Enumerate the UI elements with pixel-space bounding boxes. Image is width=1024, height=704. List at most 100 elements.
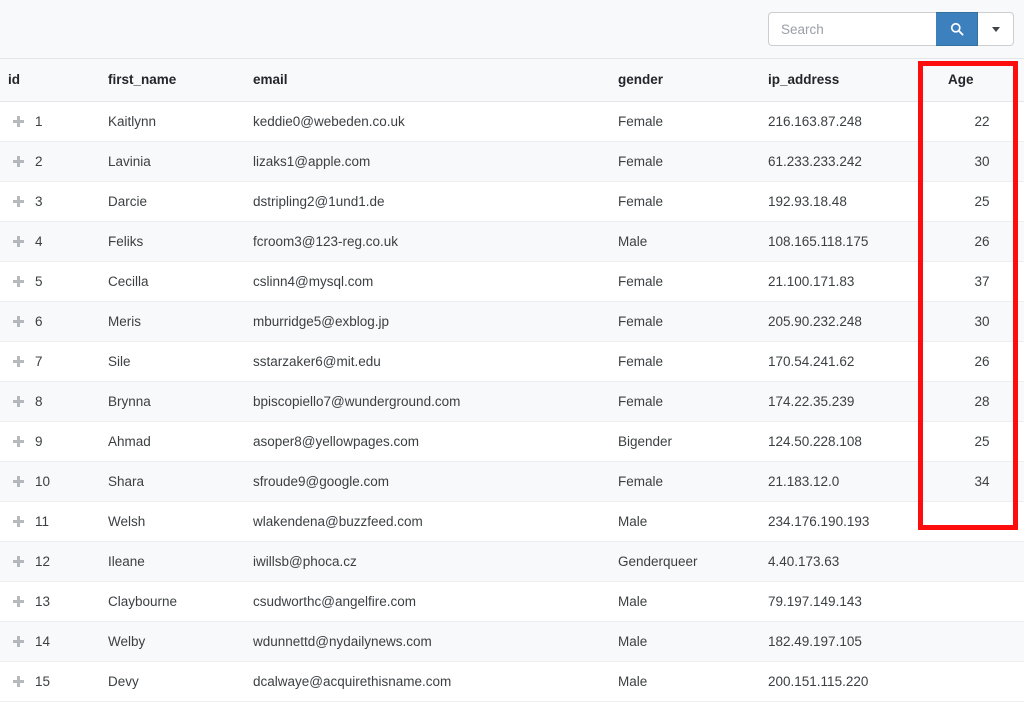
cell-id-value: 12 bbox=[35, 554, 50, 569]
move-plus-icon[interactable] bbox=[13, 236, 24, 247]
cell-gender: Female bbox=[610, 381, 760, 421]
move-plus-icon[interactable] bbox=[13, 396, 24, 407]
table-row[interactable]: 1Kaitlynnkeddie0@webeden.co.ukFemale216.… bbox=[0, 101, 1024, 141]
column-header-id[interactable]: id bbox=[0, 59, 100, 101]
table-toolbar bbox=[0, 0, 1024, 59]
cell-age: 30 bbox=[940, 301, 1024, 341]
cell-age bbox=[940, 501, 1024, 541]
cell-email: cslinn4@mysql.com bbox=[245, 261, 610, 301]
cell-id: 5 bbox=[0, 261, 100, 301]
move-plus-icon[interactable] bbox=[13, 476, 24, 487]
cell-id-value: 14 bbox=[35, 634, 50, 649]
cell-id: 8 bbox=[0, 381, 100, 421]
cell-id-value: 11 bbox=[35, 514, 49, 529]
table-row[interactable]: 3Darciedstripling2@1und1.deFemale192.93.… bbox=[0, 181, 1024, 221]
cell-gender: Male bbox=[610, 221, 760, 261]
move-plus-icon[interactable] bbox=[13, 516, 24, 527]
cell-first-name: Welby bbox=[100, 621, 245, 661]
cell-ip-address: 234.176.190.193 bbox=[760, 501, 940, 541]
move-plus-icon[interactable] bbox=[13, 556, 24, 567]
search-options-button[interactable] bbox=[978, 12, 1014, 46]
cell-email: fcroom3@123-reg.co.uk bbox=[245, 221, 610, 261]
cell-ip-address: 21.100.171.83 bbox=[760, 261, 940, 301]
cell-gender: Female bbox=[610, 341, 760, 381]
column-header-gender[interactable]: gender bbox=[610, 59, 760, 101]
cell-email: sstarzaker6@mit.edu bbox=[245, 341, 610, 381]
cell-id: 3 bbox=[0, 181, 100, 221]
table-row[interactable]: 7Silesstarzaker6@mit.eduFemale170.54.241… bbox=[0, 341, 1024, 381]
cell-gender: Genderqueer bbox=[610, 541, 760, 581]
chevron-down-icon bbox=[992, 27, 1000, 32]
cell-id-value: 15 bbox=[35, 674, 50, 689]
cell-id-value: 7 bbox=[35, 354, 43, 369]
column-header-email[interactable]: email bbox=[245, 59, 610, 101]
cell-gender: Bigender bbox=[610, 421, 760, 461]
cell-gender: Female bbox=[610, 461, 760, 501]
cell-email: dstripling2@1und1.de bbox=[245, 181, 610, 221]
cell-id: 11 bbox=[0, 501, 100, 541]
table-row[interactable]: 8Brynnabpiscopiello7@wunderground.comFem… bbox=[0, 381, 1024, 421]
cell-first-name: Cecilla bbox=[100, 261, 245, 301]
cell-ip-address: 4.40.173.63 bbox=[760, 541, 940, 581]
cell-id-value: 9 bbox=[35, 434, 43, 449]
cell-id-value: 2 bbox=[35, 154, 43, 169]
search-button[interactable] bbox=[936, 12, 978, 46]
table-row[interactable]: 5Cecillacslinn4@mysql.comFemale21.100.17… bbox=[0, 261, 1024, 301]
table-row[interactable]: 4Feliksfcroom3@123-reg.co.ukMale108.165.… bbox=[0, 221, 1024, 261]
table-row[interactable]: 9Ahmadasoper8@yellowpages.comBigender124… bbox=[0, 421, 1024, 461]
table-row[interactable]: 10Sharasfroude9@google.comFemale21.183.1… bbox=[0, 461, 1024, 501]
table-row[interactable]: 11Welshwlakendena@buzzfeed.comMale234.17… bbox=[0, 501, 1024, 541]
move-plus-icon[interactable] bbox=[13, 196, 24, 207]
table-header: id first_name email gender ip_address Ag… bbox=[0, 59, 1024, 101]
cell-first-name: Darcie bbox=[100, 181, 245, 221]
table-row[interactable]: 13Claybournecsudworthc@angelfire.comMale… bbox=[0, 581, 1024, 621]
column-header-age[interactable]: Age bbox=[940, 59, 1024, 101]
move-plus-icon[interactable] bbox=[13, 316, 24, 327]
cell-ip-address: 79.197.149.143 bbox=[760, 581, 940, 621]
cell-first-name: Kaitlynn bbox=[100, 101, 245, 141]
cell-first-name: Brynna bbox=[100, 381, 245, 421]
cell-id: 2 bbox=[0, 141, 100, 181]
cell-ip-address: 174.22.35.239 bbox=[760, 381, 940, 421]
table-row[interactable]: 15Devydcalwaye@acquirethisname.comMale20… bbox=[0, 661, 1024, 701]
cell-age: 34 bbox=[940, 461, 1024, 501]
column-header-first_name[interactable]: first_name bbox=[100, 59, 245, 101]
cell-ip-address: 200.151.115.220 bbox=[760, 661, 940, 701]
data-table: id first_name email gender ip_address Ag… bbox=[0, 59, 1024, 702]
cell-ip-address: 108.165.118.175 bbox=[760, 221, 940, 261]
cell-first-name: Shara bbox=[100, 461, 245, 501]
move-plus-icon[interactable] bbox=[13, 676, 24, 687]
cell-id: 4 bbox=[0, 221, 100, 261]
cell-first-name: Meris bbox=[100, 301, 245, 341]
move-plus-icon[interactable] bbox=[13, 596, 24, 607]
move-plus-icon[interactable] bbox=[13, 636, 24, 647]
cell-age: 30 bbox=[940, 141, 1024, 181]
cell-gender: Male bbox=[610, 501, 760, 541]
table-row[interactable]: 14Welbywdunnettd@nydailynews.comMale182.… bbox=[0, 621, 1024, 661]
move-plus-icon[interactable] bbox=[13, 116, 24, 127]
cell-gender: Male bbox=[610, 581, 760, 621]
cell-first-name: Claybourne bbox=[100, 581, 245, 621]
cell-email: mburridge5@exblog.jp bbox=[245, 301, 610, 341]
table-row[interactable]: 6Merismburridge5@exblog.jpFemale205.90.2… bbox=[0, 301, 1024, 341]
table-row[interactable]: 12 Ileaneiwillsb@phoca.czGenderqueer4.40.… bbox=[0, 541, 1024, 581]
move-plus-icon[interactable] bbox=[13, 156, 24, 167]
cell-first-name: Welsh bbox=[100, 501, 245, 541]
table-row[interactable]: 2Lavinializaks1@apple.comFemale61.233.23… bbox=[0, 141, 1024, 181]
cell-gender: Female bbox=[610, 261, 760, 301]
cell-id: 7 bbox=[0, 341, 100, 381]
cell-age: 28 bbox=[940, 381, 1024, 421]
move-plus-icon[interactable] bbox=[13, 276, 24, 287]
column-header-ip_address[interactable]: ip_address bbox=[760, 59, 940, 101]
cell-first-name: Sile bbox=[100, 341, 245, 381]
cell-first-name: Ileane bbox=[100, 541, 245, 581]
cell-age bbox=[940, 661, 1024, 701]
move-plus-icon[interactable] bbox=[13, 356, 24, 367]
move-plus-icon[interactable] bbox=[13, 436, 24, 447]
cell-gender: Male bbox=[610, 621, 760, 661]
cell-email: iwillsb@phoca.cz bbox=[245, 541, 610, 581]
search-input[interactable] bbox=[768, 12, 936, 46]
cell-age bbox=[940, 541, 1024, 581]
cell-age bbox=[940, 621, 1024, 661]
search-icon bbox=[950, 22, 964, 36]
